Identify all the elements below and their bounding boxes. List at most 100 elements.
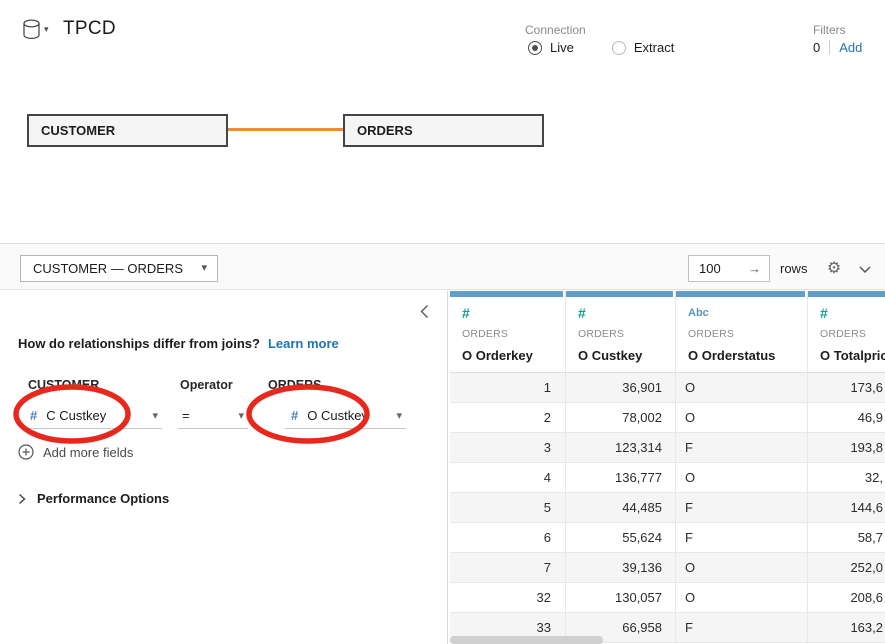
row-count-input[interactable] bbox=[689, 256, 741, 281]
performance-options-toggle[interactable]: Performance Options bbox=[18, 491, 169, 506]
relationship-selector-dropdown[interactable]: CUSTOMER — ORDERS ▾ bbox=[20, 255, 218, 282]
table-cell: 136,777 bbox=[566, 463, 676, 493]
number-type-icon: # bbox=[820, 306, 885, 321]
column-accent-bar bbox=[450, 291, 563, 297]
table-cell: F bbox=[676, 613, 808, 643]
right-table-column-label: ORDERS bbox=[268, 378, 321, 392]
filters-count: 0 bbox=[813, 40, 820, 55]
relationship-noodle[interactable] bbox=[228, 128, 343, 131]
help-question-text: How do relationships differ from joins? bbox=[18, 336, 260, 351]
filters-section-label: Filters bbox=[813, 23, 846, 37]
table-cell: 39,136 bbox=[566, 553, 676, 583]
table-cell: 123,314 bbox=[566, 433, 676, 463]
radio-label: Live bbox=[550, 40, 574, 55]
grid-options-chevron-down-icon[interactable] bbox=[858, 262, 872, 277]
table-cell: 78,002 bbox=[566, 403, 676, 433]
preview-toolbar: CUSTOMER — ORDERS ▾ → rows ⚙ bbox=[0, 243, 885, 290]
number-type-icon: # bbox=[30, 408, 37, 423]
string-type-icon: Abc bbox=[688, 306, 807, 321]
table-cell: 2 bbox=[450, 403, 566, 433]
learn-more-link[interactable]: Learn more bbox=[268, 336, 339, 351]
table-cell: 173,6 bbox=[808, 373, 885, 403]
add-more-fields-label: Add more fields bbox=[43, 445, 133, 460]
column-field-name: O Orderstatus bbox=[688, 348, 807, 363]
connection-radio-live[interactable]: Live bbox=[528, 40, 574, 55]
column-header[interactable]: # ORDERS O Custkey bbox=[566, 291, 676, 373]
canvas-table-customer[interactable]: CUSTOMER bbox=[27, 114, 228, 147]
add-filter-button[interactable]: Add bbox=[839, 40, 862, 55]
number-type-icon: # bbox=[462, 306, 565, 321]
table-cell: 6 bbox=[450, 523, 566, 553]
table-cell: O bbox=[676, 403, 808, 433]
horizontal-scrollbar-thumb[interactable] bbox=[450, 636, 603, 644]
table-cell: F bbox=[676, 433, 808, 463]
column-table-name: ORDERS bbox=[820, 328, 885, 340]
relationships-help-text: How do relationships differ from joins? L… bbox=[18, 336, 339, 351]
table-cell: 46,9 bbox=[808, 403, 885, 433]
column-accent-bar bbox=[808, 291, 885, 297]
grid-settings-gear-icon[interactable]: ⚙ bbox=[824, 255, 844, 282]
connection-radio-extract[interactable]: Extract bbox=[612, 40, 674, 55]
table-cell: 163,2 bbox=[808, 613, 885, 643]
table-cell: 144,6 bbox=[808, 493, 885, 523]
performance-options-label: Performance Options bbox=[37, 491, 169, 506]
table-cell: F bbox=[676, 523, 808, 553]
table-cell: 32, bbox=[808, 463, 885, 493]
dropdown-caret-icon: ▾ bbox=[152, 409, 158, 422]
canvas-table-orders[interactable]: ORDERS bbox=[343, 114, 544, 147]
table-cell: 193,8 bbox=[808, 433, 885, 463]
radio-circle-icon bbox=[528, 41, 542, 55]
column-accent-bar bbox=[566, 291, 673, 297]
operator-column-label: Operator bbox=[180, 378, 233, 392]
column-header[interactable]: #ORDERSO Orderkey bbox=[450, 291, 566, 373]
dropdown-caret-icon: ▾ bbox=[201, 256, 207, 281]
operator-value: = bbox=[182, 408, 190, 423]
column-field-name: O Custkey bbox=[578, 348, 675, 363]
add-more-fields-button[interactable]: Add more fields bbox=[18, 444, 133, 460]
column-table-name: ORDERS bbox=[688, 328, 807, 340]
radio-label: Extract bbox=[634, 40, 674, 55]
operator-dropdown[interactable]: = ▾ bbox=[178, 402, 248, 429]
table-cell: 4 bbox=[450, 463, 566, 493]
column-table-name: ORDERS bbox=[462, 328, 565, 340]
column-header[interactable]: Abc ORDERS O Orderstatus bbox=[676, 291, 808, 373]
relationship-selector-label: CUSTOMER — ORDERS bbox=[33, 261, 183, 276]
dropdown-caret-icon: ▾ bbox=[238, 409, 244, 422]
table-cell: 7 bbox=[450, 553, 566, 583]
right-field-dropdown[interactable]: # O Custkey ▾ bbox=[285, 402, 406, 429]
column-accent-bar bbox=[676, 291, 805, 297]
plus-circle-icon bbox=[18, 444, 34, 460]
table-cell: F bbox=[676, 493, 808, 523]
datasource-title[interactable]: TPCD bbox=[63, 18, 116, 40]
column-table-name: ORDERS bbox=[578, 328, 675, 340]
relationship-edit-panel: How do relationships differ from joins? L… bbox=[0, 291, 448, 644]
table-cell: 130,057 bbox=[566, 583, 676, 613]
database-menu-caret-icon[interactable]: ▾ bbox=[44, 24, 49, 35]
table-cell: 36,901 bbox=[566, 373, 676, 403]
table-cell: 5 bbox=[450, 493, 566, 523]
table-cell: 44,485 bbox=[566, 493, 676, 523]
filters-divider bbox=[829, 40, 830, 55]
column-header[interactable]: # ORDERS O Totalprice bbox=[808, 291, 885, 373]
data-preview-grid: #ORDERSO Orderkey#ORDERSO CustkeyAbcORDE… bbox=[448, 291, 885, 644]
connection-radio-group: Live Extract bbox=[528, 40, 674, 55]
table-cell: 55,624 bbox=[566, 523, 676, 553]
number-type-icon: # bbox=[578, 306, 675, 321]
connection-section-label: Connection bbox=[525, 23, 586, 37]
radio-circle-icon bbox=[612, 41, 626, 55]
table-cell: 1 bbox=[450, 373, 566, 403]
table-cell: O bbox=[676, 373, 808, 403]
collapse-panel-chevron-left-icon[interactable] bbox=[420, 304, 429, 322]
apply-row-count-arrow-icon[interactable]: → bbox=[748, 256, 761, 281]
left-field-value: C Custkey bbox=[46, 408, 106, 423]
left-field-dropdown[interactable]: # C Custkey ▾ bbox=[28, 402, 162, 429]
table-cell: O bbox=[676, 583, 808, 613]
chevron-right-icon bbox=[18, 493, 26, 505]
table-cell: O bbox=[676, 553, 808, 583]
datasource-database-icon[interactable] bbox=[22, 19, 41, 43]
table-cell: 3 bbox=[450, 433, 566, 463]
column-field-name: O Totalprice bbox=[820, 348, 885, 363]
left-table-column-label: CUSTOMER bbox=[28, 378, 99, 392]
table-cell: 252,0 bbox=[808, 553, 885, 583]
table-cell: 208,6 bbox=[808, 583, 885, 613]
